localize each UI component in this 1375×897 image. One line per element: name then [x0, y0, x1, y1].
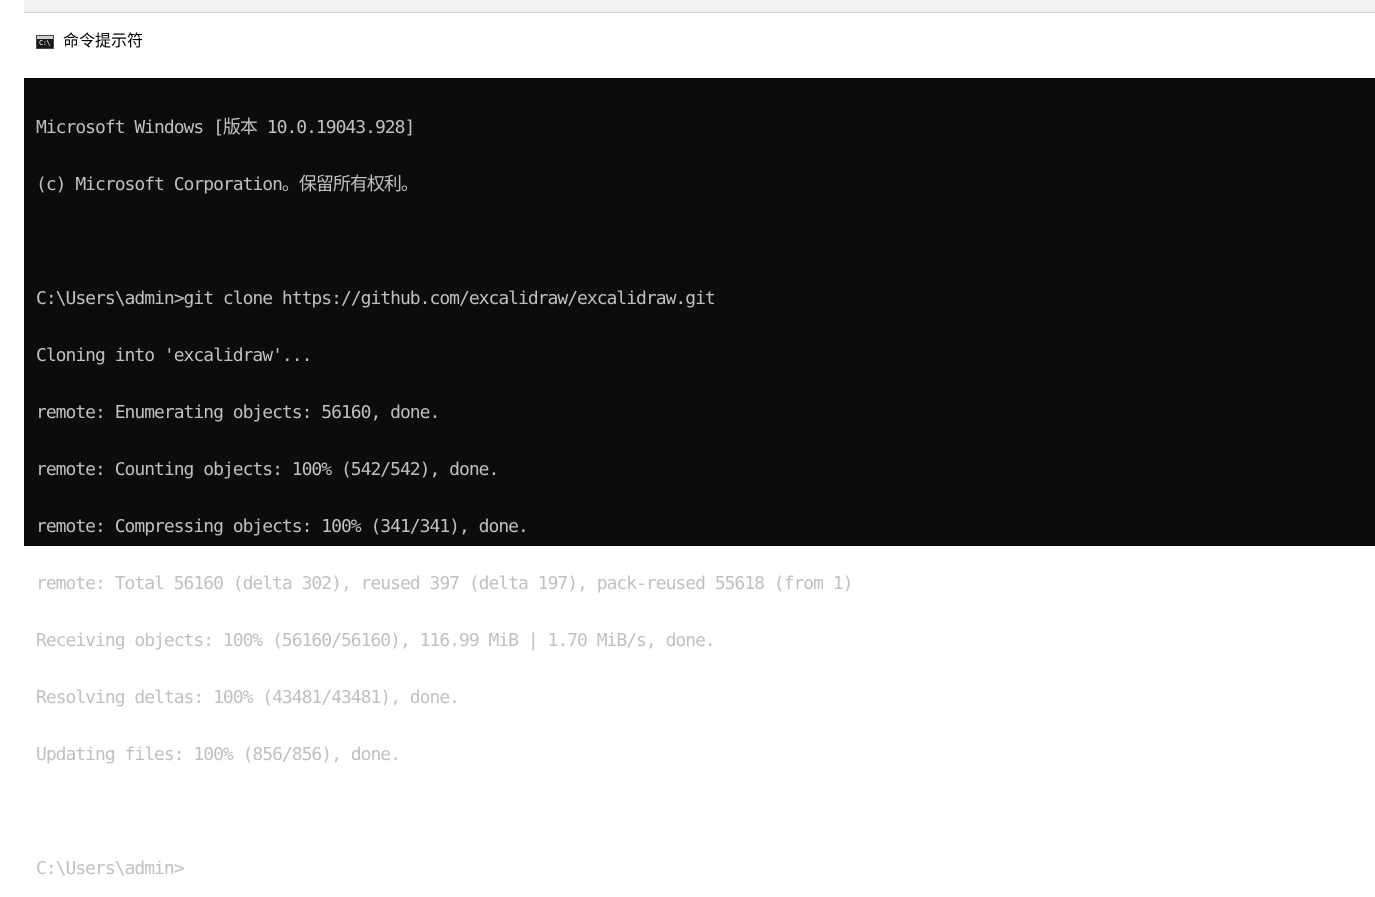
cmd-icon-glyph: C:\ [39, 39, 51, 47]
console-line: Microsoft Windows [版本 10.0.19043.928] [36, 117, 415, 138]
console-prompt: C:\Users\admin> [36, 858, 185, 879]
window-top-edge [24, 0, 1375, 12]
console-line: Resolving deltas: 100% (43481/43481), do… [36, 687, 460, 708]
console-line: remote: Total 56160 (delta 302), reused … [36, 573, 853, 594]
cmd-icon: C:\ [36, 35, 54, 49]
console-line: remote: Enumerating objects: 56160, done… [36, 402, 440, 423]
console-line: Receiving objects: 100% (56160/56160), 1… [36, 630, 716, 651]
console-line: remote: Counting objects: 100% (542/542)… [36, 459, 499, 480]
console-line: C:\Users\admin>git clone https://github.… [36, 288, 716, 309]
console-output[interactable]: Microsoft Windows [版本 10.0.19043.928] (c… [36, 80, 1366, 878]
window-title: 命令提示符 [63, 31, 144, 50]
console-line: Cloning into 'excalidraw'... [36, 345, 312, 366]
console-line: (c) Microsoft Corporation。保留所有权利。 [36, 174, 419, 195]
title-bar[interactable] [24, 12, 1375, 78]
page-left-margin [0, 0, 24, 546]
console-line: remote: Compressing objects: 100% (341/3… [36, 516, 529, 537]
console-line: Updating files: 100% (856/856), done. [36, 744, 401, 765]
